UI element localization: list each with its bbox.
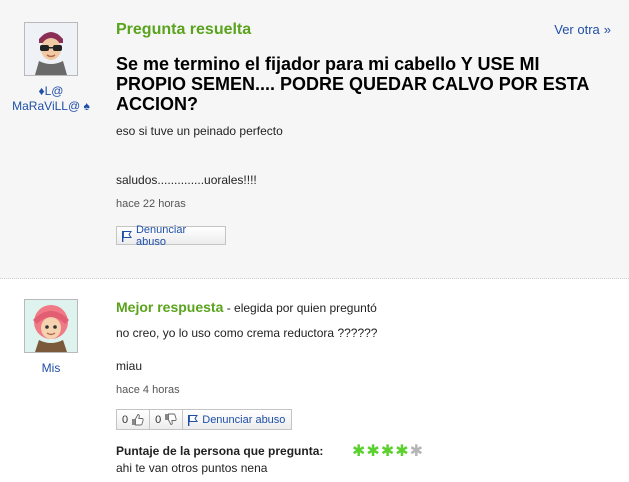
star-icon: ✱ xyxy=(366,443,381,460)
star-icon: ✱ xyxy=(380,443,396,460)
asker-name[interactable]: ♦L@ MaRaViLL@ ♠ xyxy=(11,84,91,114)
star-icon: ✱ xyxy=(352,443,367,460)
chosen-by-label: - elegida por quien preguntó xyxy=(223,301,377,315)
question-section: ♦L@ MaRaViLL@ ♠ Pregunta resuelta Ver ot… xyxy=(0,0,629,279)
best-answer-header: Mejor respuesta - elegida por quien preg… xyxy=(116,299,377,315)
answerer-block: Mis xyxy=(24,299,78,376)
resolved-question-label: Pregunta resuelta xyxy=(116,21,252,38)
question-report-abuse-button[interactable]: Denunciar abuso xyxy=(116,223,226,248)
best-answer-label: Mejor respuesta xyxy=(116,299,224,315)
answerer-avatar-image xyxy=(25,300,77,352)
answer-report-label: Denunciar abuso xyxy=(202,413,286,426)
star-icon: ✱ xyxy=(395,443,410,460)
question-body-line-1: eso si tuve un peinado perfecto xyxy=(116,124,283,138)
rating-label: Puntaje de la persona que pregunta: xyxy=(116,444,324,458)
question-body-line-2: saludos..............uorales!!!! xyxy=(116,173,257,187)
thumbs-down-count: 0 xyxy=(155,413,162,426)
question-timestamp: hace 22 horas xyxy=(116,198,186,210)
see-another-label: Ver otra xyxy=(554,22,600,37)
asker-avatar[interactable] xyxy=(24,22,78,76)
flag-icon xyxy=(121,230,132,242)
thumbs-up-button[interactable]: 0 xyxy=(116,409,151,430)
answerer-name[interactable]: Mis xyxy=(11,361,91,376)
asker-block: ♦L@ MaRaViLL@ ♠ xyxy=(12,22,90,114)
star-icon: ✱ xyxy=(409,443,425,460)
thumbs-up-icon xyxy=(132,414,144,426)
vote-group: 0 0 Denunciar abuso xyxy=(116,409,293,430)
question-title: Se me termino el fijador para mi cabello… xyxy=(116,54,589,114)
rating-stars: ✱✱✱✱✱ xyxy=(352,441,424,461)
rating-comment: ahi te van otros puntos nena xyxy=(116,461,268,475)
answerer-avatar[interactable] xyxy=(24,299,78,353)
answer-body-line-1: no creo, yo lo uso como crema reductora … xyxy=(116,326,378,340)
flag-icon xyxy=(188,414,199,426)
answer-report-abuse-button[interactable]: Denunciar abuso xyxy=(183,409,293,430)
thumbs-down-icon xyxy=(165,413,177,425)
answer-timestamp: hace 4 horas xyxy=(116,384,180,396)
thumbs-down-button[interactable]: 0 xyxy=(150,409,184,430)
asker-avatar-image xyxy=(25,23,77,75)
question-report-label: Denunciar abuso xyxy=(135,223,187,248)
thumbs-up-count: 0 xyxy=(122,413,129,426)
chevron-right-icon: » xyxy=(603,22,611,37)
see-another-link[interactable]: Ver otra» xyxy=(554,22,611,37)
answer-body-line-2: miau xyxy=(116,359,143,373)
